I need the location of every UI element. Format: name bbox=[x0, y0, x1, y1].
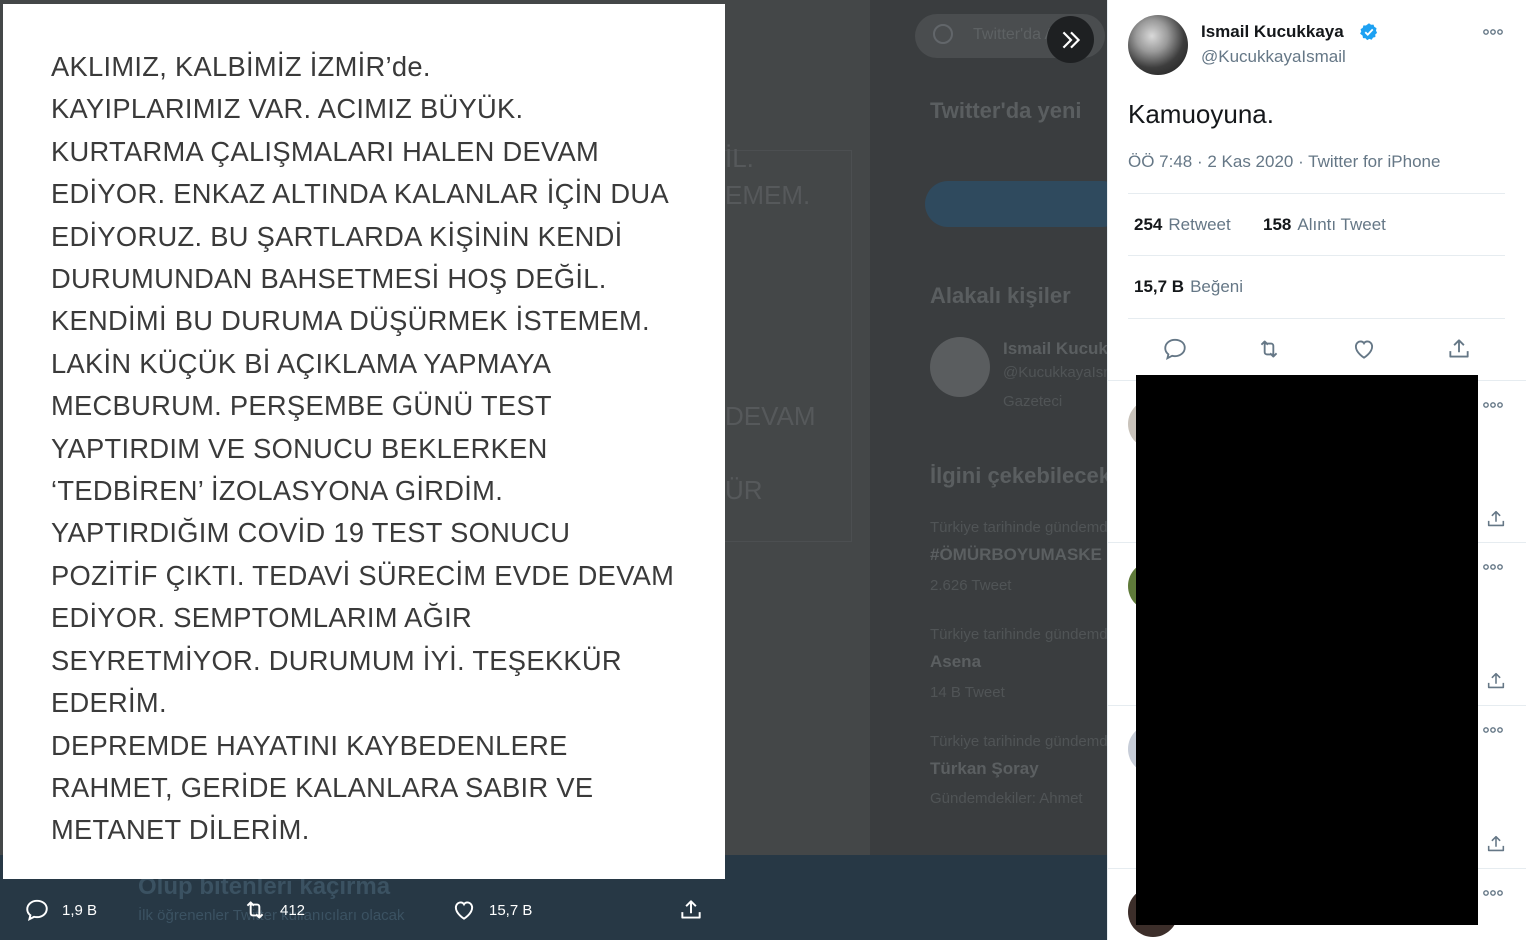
quote-count: 158 bbox=[1263, 215, 1292, 234]
lightbox-reply-button[interactable]: 1,9 B bbox=[24, 893, 97, 927]
background-text-fragment: EMEM. bbox=[725, 180, 811, 210]
background-trend-name: Asena bbox=[930, 652, 982, 671]
background-related-handle: @KucukkayaIsmail bbox=[1003, 364, 1107, 381]
heart-icon[interactable] bbox=[1351, 336, 1377, 362]
image-statement-text: AKLIMIZ, KALBİMİZ İZMİR’de. KAYIPLARIMIZ … bbox=[51, 46, 721, 852]
image-text-line: AKLIMIZ, KALBİMİZ İZMİR’de. bbox=[51, 51, 431, 82]
more-options-icon[interactable] bbox=[1482, 557, 1504, 577]
retweet-label: Retweet bbox=[1168, 215, 1231, 234]
image-text-line: SEYRETMİYOR. DURUMUM İYİ. TEŞEKKÜR bbox=[51, 644, 622, 676]
image-text-line: DURUMUNDAN BAHSETMESİ HOŞ DEĞİL. bbox=[51, 263, 607, 295]
share-icon[interactable] bbox=[1485, 670, 1507, 692]
reply-icon[interactable] bbox=[1162, 336, 1188, 362]
lightbox-like-count: 15,7 B bbox=[489, 901, 533, 919]
share-icon[interactable] bbox=[1446, 336, 1472, 362]
author-name[interactable]: Ismail Kucukkaya bbox=[1201, 22, 1344, 42]
more-options-icon[interactable] bbox=[1482, 720, 1504, 740]
image-text-line: YAPTIRDIM VE SONUCU BEKLERKEN bbox=[51, 432, 548, 464]
background-trend-name: #ÖMÜRBOYUMASKE bbox=[930, 545, 1102, 564]
lightbox-retweet-count: 412 bbox=[280, 901, 306, 919]
background-related-title: Alakalı kişiler bbox=[930, 283, 1071, 308]
lightbox-share-button[interactable] bbox=[678, 893, 716, 927]
image-text-line: EDİYORUZ. BU ŞARTLARDA KİŞİNİN KENDİ bbox=[51, 220, 623, 252]
background-signup-button bbox=[925, 181, 1107, 227]
author-handle[interactable]: @KucukkayaIsmail bbox=[1201, 47, 1346, 67]
more-options-icon[interactable] bbox=[1482, 22, 1504, 42]
image-text-line: DEPREMDE HAYATINI KAYBEDENLERE bbox=[51, 729, 568, 761]
like-stat[interactable]: 15,7 B Beğeni bbox=[1134, 277, 1243, 297]
expand-sidebar-button[interactable] bbox=[1047, 16, 1094, 63]
image-text-line: EDERİM. bbox=[51, 687, 167, 719]
tweet-detail-column: Ismail Kucukkaya @KucukkayaIsmail Kamuoy… bbox=[1107, 0, 1526, 940]
background-trend-count: Gündemdekiler: Ahmet bbox=[930, 790, 1083, 807]
image-text-line: MECBURUM. PERŞEMBE GÜNÜ TEST bbox=[51, 390, 552, 422]
tweet-text: Kamuoyuna. bbox=[1128, 99, 1274, 129]
like-count: 15,7 B bbox=[1134, 277, 1185, 296]
share-icon[interactable] bbox=[1485, 833, 1507, 855]
heart-icon bbox=[454, 901, 474, 920]
background-trend-context: Türkiye tarihinde gündemde bbox=[930, 733, 1107, 750]
image-text-line: KURTARMA ÇALIŞMALARI HALEN DEVAM bbox=[51, 135, 600, 167]
quote-label: Alıntı Tweet bbox=[1297, 215, 1386, 234]
tweet-timestamp[interactable]: ÖÖ 7:48 · 2 Kas 2020 · Twitter for iPhon… bbox=[1128, 152, 1440, 172]
background-trend-context: Türkiye tarihinde gündemde bbox=[930, 519, 1107, 536]
author-avatar[interactable] bbox=[1128, 15, 1188, 75]
retweet-stat[interactable]: 254 Retweet bbox=[1134, 215, 1231, 235]
background-text-fragment: DEVAM bbox=[725, 401, 816, 431]
retweet-icon bbox=[246, 901, 264, 919]
double-chevron-right-icon bbox=[1062, 31, 1080, 48]
search-icon bbox=[933, 24, 953, 44]
image-text-line: EDİYOR. ENKAZ ALTINDA KALANLAR İÇİN DUA bbox=[51, 178, 669, 210]
background-text-fragment: ÜR bbox=[725, 475, 763, 505]
background-related-avatar bbox=[930, 337, 990, 397]
redaction-overlay bbox=[1136, 375, 1478, 925]
image-text-line: YAPTIRDIĞIM COVİD 19 TEST SONUCU bbox=[51, 517, 571, 549]
background-related-name: Ismail Kucukkaya bbox=[1003, 339, 1107, 358]
more-options-icon[interactable] bbox=[1482, 883, 1504, 903]
image-text-line: KENDİMİ BU DURUMA DÜŞÜRMEK İSTEMEM. bbox=[51, 305, 650, 337]
image-text-line: RAHMET, GERİDE KALANLARA SABIR VE bbox=[51, 771, 594, 803]
lightbox-like-button[interactable]: 15,7 B bbox=[451, 893, 532, 927]
retweet-count: 254 bbox=[1134, 215, 1163, 234]
lightbox-retweet-button[interactable]: 412 bbox=[242, 893, 305, 927]
reply-icon bbox=[26, 899, 48, 922]
image-text-line: POZİTİF ÇIKTI. TEDAVİ SÜRECİM EVDE DEVAM bbox=[51, 559, 675, 591]
image-text-line: ‘TEDBİREN’ İZOLASYONA GİRDİM. bbox=[51, 475, 504, 507]
divider bbox=[1128, 193, 1505, 194]
quote-stat[interactable]: 158 Alıntı Tweet bbox=[1263, 215, 1386, 235]
divider bbox=[1128, 255, 1505, 256]
background-trend-context: Türkiye tarihinde gündemde bbox=[930, 626, 1107, 643]
divider bbox=[1128, 318, 1505, 319]
image-text-line: EDİYOR. SEMPTOMLARIM AĞIR bbox=[51, 602, 473, 634]
background-trend-count: 2.626 Tweet bbox=[930, 577, 1012, 594]
more-options-icon[interactable] bbox=[1482, 395, 1504, 415]
share-icon[interactable] bbox=[1485, 508, 1507, 530]
share-icon bbox=[681, 900, 701, 919]
retweet-icon[interactable] bbox=[1256, 336, 1282, 362]
image-text-line: METANET DİLERİM. bbox=[51, 814, 310, 846]
tweet-image[interactable]: AKLIMIZ, KALBİMİZ İZMİR’de. KAYIPLARIMIZ … bbox=[3, 4, 725, 879]
image-text-line: KAYIPLARIMIZ VAR. ACIMIZ BÜYÜK. bbox=[51, 93, 524, 125]
background-trends-title: İlgini çekebilecek bbox=[930, 463, 1107, 488]
verified-badge-icon bbox=[1360, 23, 1378, 41]
image-text-line: LAKİN KÜÇÜK Bİ AÇIKLAMA YAPMAYA bbox=[51, 347, 552, 379]
background-text-fragment: İL. bbox=[725, 143, 754, 173]
background-new-on-twitter: Twitter'da yeni bbox=[930, 98, 1082, 123]
background-trend-count: 14 B Tweet bbox=[930, 684, 1005, 701]
background-related-bio: Gazeteci bbox=[1003, 393, 1063, 410]
lightbox-action-bar bbox=[0, 880, 725, 940]
like-label: Beğeni bbox=[1190, 277, 1244, 296]
lightbox-reply-count: 1,9 B bbox=[62, 901, 98, 919]
background-trend-name: Türkan Şoray bbox=[930, 759, 1039, 778]
